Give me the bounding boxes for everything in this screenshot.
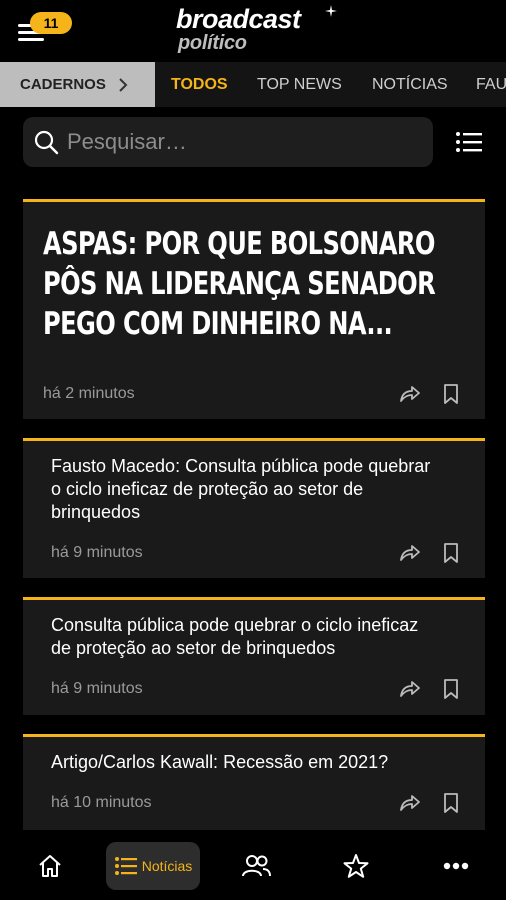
- nav-home[interactable]: [30, 842, 70, 890]
- article-title: Artigo/Carlos Kawall: Recessão em 2021?: [51, 752, 389, 772]
- article-card[interactable]: Consulta pública pode quebrar o ciclo in…: [23, 597, 485, 715]
- home-icon: [39, 855, 61, 877]
- bottom-navigation: Notícias: [0, 832, 506, 900]
- category-tabs: CADERNOS TODOS TOP NEWS NOTÍCIAS FAU: [0, 62, 506, 107]
- tab-fau[interactable]: FAU: [476, 62, 506, 107]
- list-icon: [114, 857, 137, 875]
- nav-noticias[interactable]: Notícias: [106, 842, 200, 890]
- cadernos-label: CADERNOS: [20, 76, 106, 93]
- search-icon: [34, 130, 59, 155]
- notification-badge[interactable]: 11: [30, 12, 72, 34]
- share-icon[interactable]: [397, 541, 421, 565]
- cadernos-button[interactable]: CADERNOS: [0, 62, 155, 107]
- hamburger-icon-bar: [18, 38, 44, 41]
- logo-main-text: broadcast: [176, 4, 301, 34]
- article-time: há 10 minutos: [51, 794, 152, 811]
- nav-noticias-label: Notícias: [141, 858, 193, 874]
- bookmark-icon[interactable]: [441, 542, 461, 564]
- article-title: Fausto Macedo: Consulta pública pode que…: [51, 456, 431, 522]
- tab-top-news[interactable]: TOP NEWS: [257, 62, 342, 107]
- search-placeholder: Pesquisar…: [67, 129, 187, 154]
- article-card[interactable]: Artigo/Carlos Kawall: Recessão em 2021? …: [23, 734, 485, 830]
- logo-sub-text: político: [178, 32, 247, 54]
- bookmark-icon[interactable]: [441, 678, 461, 700]
- article-card[interactable]: ASPAS: Por que Bolsonaro pôs na lideranç…: [23, 199, 485, 419]
- sparkle-icon: [325, 5, 337, 17]
- tab-todos[interactable]: TODOS: [171, 62, 228, 107]
- more-icon: [443, 862, 469, 870]
- star-icon: [343, 854, 369, 878]
- tab-noticias[interactable]: NOTÍCIAS: [372, 62, 448, 107]
- search-input[interactable]: Pesquisar…: [23, 117, 433, 167]
- list-view-icon[interactable]: [455, 130, 483, 154]
- nav-people[interactable]: [234, 842, 278, 890]
- share-icon[interactable]: [397, 791, 421, 815]
- article-time: há 9 minutos: [51, 544, 143, 561]
- people-icon: [242, 855, 271, 877]
- article-time: há 9 minutos: [51, 680, 143, 697]
- share-icon[interactable]: [397, 677, 421, 701]
- article-time: há 2 minutos: [43, 385, 135, 402]
- share-icon[interactable]: [397, 382, 421, 406]
- app-logo: broadcast político: [176, 4, 346, 56]
- article-title: Consulta pública pode quebrar o ciclo in…: [51, 615, 419, 658]
- nav-favorites[interactable]: [336, 842, 376, 890]
- bookmark-icon[interactable]: [441, 383, 461, 405]
- bookmark-icon[interactable]: [441, 792, 461, 814]
- article-card[interactable]: Fausto Macedo: Consulta pública pode que…: [23, 438, 485, 578]
- app-header: 11 broadcast político: [0, 0, 506, 62]
- nav-more[interactable]: [436, 842, 476, 890]
- chevron-right-icon: [119, 77, 128, 92]
- article-title: ASPAS: Por que Bolsonaro pôs na lideranç…: [43, 226, 436, 342]
